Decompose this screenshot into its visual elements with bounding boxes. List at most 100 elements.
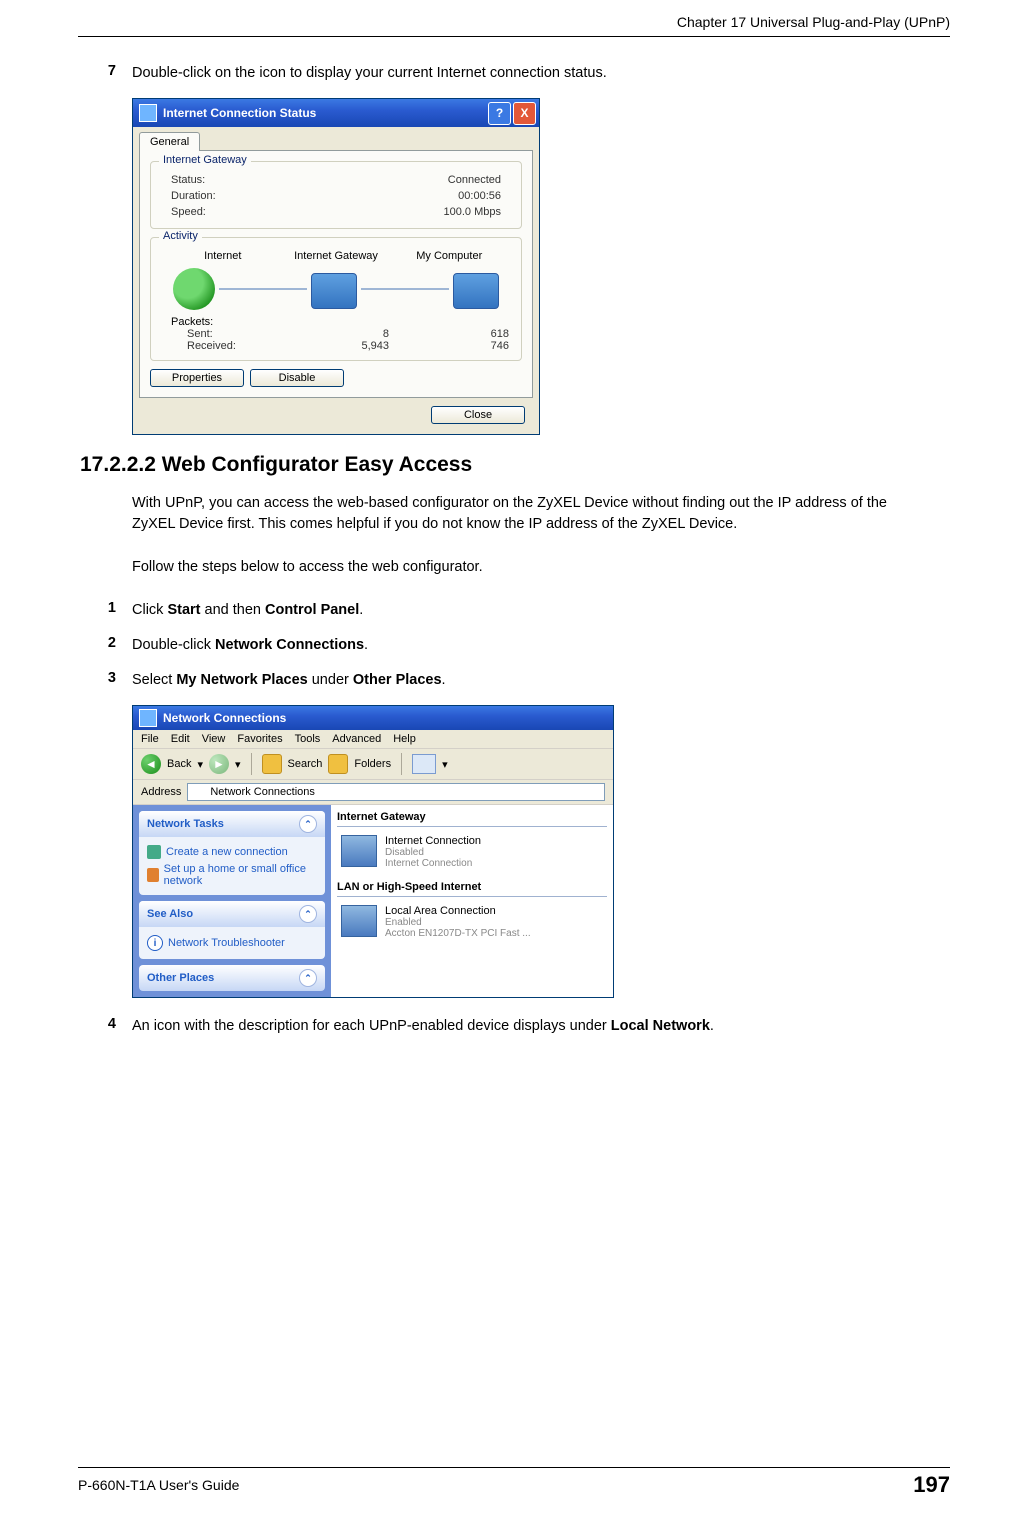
text-bold: Start xyxy=(167,602,200,618)
step-number: 2 xyxy=(96,635,116,656)
col-gateway: Internet Gateway xyxy=(280,250,392,262)
panel-title: Network Tasks xyxy=(147,818,224,830)
text-bold: My Network Places xyxy=(176,672,307,688)
recv-internet-value: 5,943 xyxy=(269,340,389,352)
collapse-icon[interactable]: ⌃ xyxy=(299,905,317,923)
duration-label: Duration: xyxy=(171,190,216,202)
sent-gateway-value: 618 xyxy=(389,328,509,340)
address-input[interactable]: Network Connections xyxy=(187,783,605,801)
views-button-icon[interactable] xyxy=(412,754,436,774)
menu-favorites[interactable]: Favorites xyxy=(237,733,282,745)
link-setup-network[interactable]: Set up a home or small office network xyxy=(147,861,317,889)
item-local-area-connection[interactable]: Local Area Connection Enabled Accton EN1… xyxy=(337,901,607,949)
text-bold: Other Places xyxy=(353,672,442,688)
help-button[interactable]: ? xyxy=(488,102,511,125)
page-footer: P-660N-T1A User's Guide 197 xyxy=(78,1460,950,1498)
speed-value: 100.0 Mbps xyxy=(444,206,501,218)
text: . xyxy=(359,602,363,618)
dialog-close-button[interactable]: Close xyxy=(431,406,525,424)
toolbar-separator xyxy=(251,753,252,775)
toolbar-separator xyxy=(401,753,402,775)
group-lan: LAN or High-Speed Internet xyxy=(337,879,607,897)
step-7: 7 Double-click on the icon to display yo… xyxy=(96,63,932,84)
text: . xyxy=(710,1018,714,1034)
link-label: Network Troubleshooter xyxy=(168,937,285,949)
text: An icon with the description for each UP… xyxy=(132,1018,611,1034)
dialog-title: Internet Connection Status xyxy=(163,106,486,120)
address-value: Network Connections xyxy=(210,786,315,798)
step-text: Double-click on the icon to display your… xyxy=(132,63,932,84)
text: Click xyxy=(132,602,167,618)
window-title: Network Connections xyxy=(163,711,610,725)
back-button-icon[interactable]: ◄ xyxy=(141,754,161,774)
link-label: Set up a home or small office network xyxy=(164,863,317,887)
link-create-connection[interactable]: Create a new connection xyxy=(147,843,317,861)
step-number: 3 xyxy=(96,670,116,691)
views-dropdown-icon[interactable]: ▾ xyxy=(442,758,448,771)
item-type: Internet Connection xyxy=(385,858,481,869)
received-label: Received: xyxy=(169,340,269,352)
text-bold: Control Panel xyxy=(265,602,359,618)
menu-edit[interactable]: Edit xyxy=(171,733,190,745)
group-legend: Internet Gateway xyxy=(159,154,251,166)
globe-icon xyxy=(173,268,215,310)
col-mycomputer: My Computer xyxy=(393,250,505,262)
step-number: 7 xyxy=(96,63,116,84)
text: . xyxy=(364,637,368,653)
tab-general[interactable]: General xyxy=(139,132,200,151)
chapter-header: Chapter 17 Universal Plug-and-Play (UPnP… xyxy=(78,14,950,30)
lan-icon xyxy=(341,905,377,937)
search-icon[interactable] xyxy=(262,754,282,774)
menu-view[interactable]: View xyxy=(202,733,226,745)
back-button-label[interactable]: Back xyxy=(167,758,191,770)
speed-label: Speed: xyxy=(171,206,206,218)
panel-title: Other Places xyxy=(147,972,214,984)
guide-name: P-660N-T1A User's Guide xyxy=(78,1477,239,1493)
collapse-icon[interactable]: ⌃ xyxy=(299,969,317,987)
dialog-app-icon xyxy=(139,104,157,122)
window-titlebar: Network Connections xyxy=(133,706,613,730)
link-troubleshooter[interactable]: i Network Troubleshooter xyxy=(147,933,317,953)
forward-dropdown-icon[interactable]: ▾ xyxy=(235,758,241,771)
duration-value: 00:00:56 xyxy=(458,190,501,202)
back-dropdown-icon[interactable]: ▾ xyxy=(197,758,203,771)
panel-other-places: Other Places ⌃ xyxy=(139,965,325,991)
menu-tools[interactable]: Tools xyxy=(295,733,321,745)
item-name: Local Area Connection xyxy=(385,905,531,917)
step-text: Double-click Network Connections. xyxy=(132,635,932,656)
group-activity: Activity Internet Internet Gateway My Co… xyxy=(150,237,522,361)
step-2: 2 Double-click Network Connections. xyxy=(96,635,932,656)
internet-connection-status-dialog: Internet Connection Status ? X General I… xyxy=(132,98,540,435)
search-button-label[interactable]: Search xyxy=(288,758,323,770)
content-pane: Internet Gateway Internet Connection Dis… xyxy=(331,805,613,997)
disable-button[interactable]: Disable xyxy=(250,369,344,387)
forward-button-icon[interactable]: ► xyxy=(209,754,229,774)
text: Select xyxy=(132,672,176,688)
item-internet-connection[interactable]: Internet Connection Disabled Internet Co… xyxy=(337,831,607,879)
address-bar: Address Network Connections xyxy=(133,780,613,805)
wizard-icon xyxy=(147,845,161,859)
col-internet: Internet xyxy=(167,250,279,262)
text-bold: Network Connections xyxy=(215,637,364,653)
collapse-icon[interactable]: ⌃ xyxy=(299,815,317,833)
side-pane: Network Tasks ⌃ Create a new connection … xyxy=(133,805,331,997)
recv-gateway-value: 746 xyxy=(389,340,509,352)
step-number: 4 xyxy=(96,1016,116,1037)
folders-button-label[interactable]: Folders xyxy=(354,758,391,770)
home-network-icon xyxy=(147,868,159,882)
panel-title: See Also xyxy=(147,908,193,920)
menu-file[interactable]: File xyxy=(141,733,159,745)
packets-label: Packets: xyxy=(161,316,511,328)
folders-icon[interactable] xyxy=(328,754,348,774)
close-button[interactable]: X xyxy=(513,102,536,125)
text-bold: Local Network xyxy=(611,1018,710,1034)
menu-help[interactable]: Help xyxy=(393,733,416,745)
panel-see-also: See Also ⌃ i Network Troubleshooter xyxy=(139,901,325,959)
properties-button[interactable]: Properties xyxy=(150,369,244,387)
menu-advanced[interactable]: Advanced xyxy=(332,733,381,745)
step-1: 1 Click Start and then Control Panel. xyxy=(96,600,932,621)
item-status: Disabled xyxy=(385,847,481,858)
item-type: Accton EN1207D-TX PCI Fast ... xyxy=(385,928,531,939)
step-text: Click Start and then Control Panel. xyxy=(132,600,932,621)
info-icon: i xyxy=(147,935,163,951)
